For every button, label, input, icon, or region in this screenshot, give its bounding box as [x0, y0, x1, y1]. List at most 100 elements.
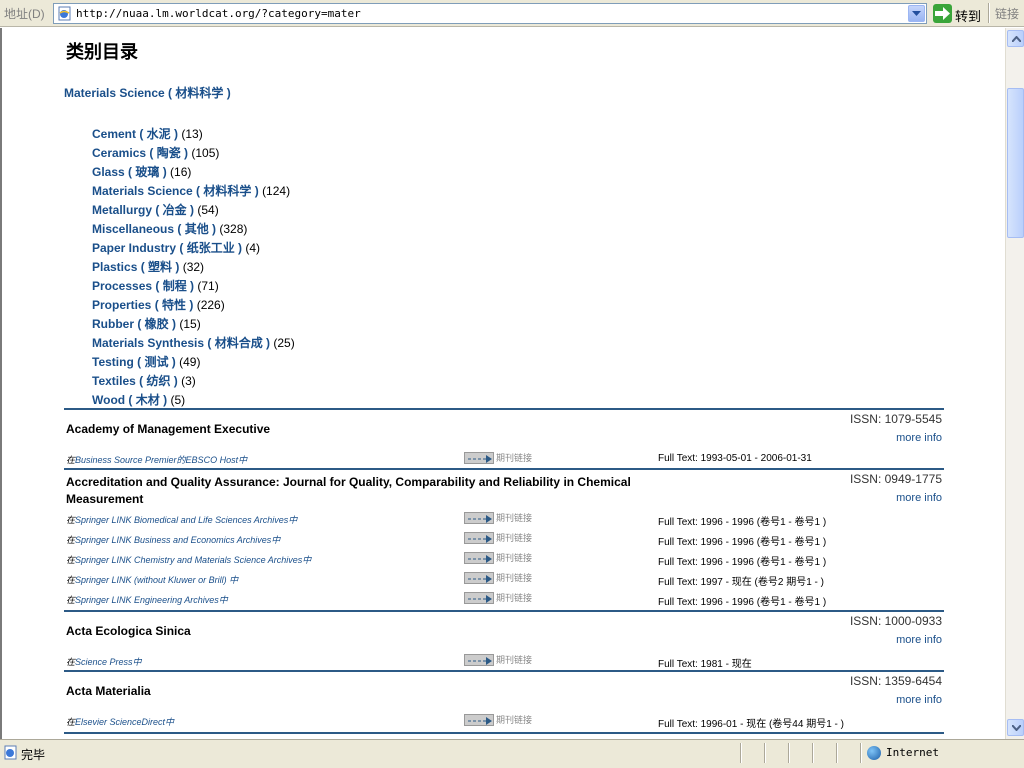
journal-link-button[interactable]: 期刊链接 — [464, 591, 534, 605]
subcategory-link[interactable]: Glass ( 玻璃 ) — [92, 165, 167, 179]
internet-globe-icon — [867, 746, 881, 760]
subcategory-count: (124) — [262, 184, 291, 198]
subcategory-link[interactable]: Properties ( 特性 ) — [92, 298, 193, 312]
arrow-button-icon — [464, 572, 494, 584]
journal-entry: Academy of Management Executive ISSN: 10… — [64, 408, 944, 468]
links-button[interactable]: 链接 — [995, 5, 1019, 22]
list-item: Materials Synthesis ( 材料合成 ) (25) — [92, 334, 295, 353]
subcategory-link[interactable]: Ceramics ( 陶瓷 ) — [92, 146, 188, 160]
journal-issn: ISSN: 1079-5545 — [849, 412, 942, 426]
status-text: 完毕 — [21, 748, 46, 762]
subcategory-link[interactable]: Paper Industry ( 纸张工业 ) — [92, 241, 242, 255]
list-item: Paper Industry ( 纸张工业 ) (4) — [92, 239, 295, 258]
list-item: Ceramics ( 陶瓷 ) (105) — [92, 144, 295, 163]
subcategory-count: (13) — [181, 127, 203, 141]
database-link[interactable]: Springer LINK Chemistry and Materials Sc… — [75, 555, 311, 565]
journal-link-button[interactable]: 期刊链接 — [464, 451, 534, 465]
journal-link-button[interactable]: 期刊链接 — [464, 511, 534, 525]
go-arrow-icon — [933, 4, 952, 23]
holding-row: 在Springer LINK (without Kluwer or Brill)… — [64, 569, 944, 589]
subcategory-count: (15) — [179, 317, 201, 331]
journal-entry: Acta Materialia ISSN: 1359-6454 more inf… — [64, 670, 944, 734]
more-info-link[interactable]: more info — [896, 694, 942, 706]
list-item: Cement ( 水泥 ) (13) — [92, 125, 295, 144]
full-text-range: Full Text: 1996 - 1996 (卷号1 - 卷号1 ) — [658, 537, 827, 548]
subcategory-count: (5) — [170, 393, 186, 407]
subcategory-link[interactable]: Cement ( 水泥 ) — [92, 127, 178, 141]
scroll-down-button[interactable] — [1007, 719, 1024, 736]
full-text-range: Full Text: 1996 - 1996 (卷号1 - 卷号1 ) — [658, 517, 827, 528]
journal-issn: ISSN: 1000-0933 — [849, 614, 942, 628]
holding-row: 在Springer LINK Chemistry and Materials S… — [64, 549, 944, 569]
subcategory-count: (4) — [245, 241, 261, 255]
list-item: Metallurgy ( 冶金 ) (54) — [92, 201, 295, 220]
subcategory-count: (226) — [196, 298, 225, 312]
subcategory-link[interactable]: Textiles ( 纺织 ) — [92, 374, 178, 388]
full-text-range: Full Text: 1996-01 - 现在 (卷号44 期号1 - ) — [658, 719, 844, 730]
security-zone-text: Internet — [886, 746, 939, 759]
holding-database: 在Springer LINK Biomedical and Life Scien… — [66, 515, 298, 525]
chevron-down-icon — [912, 11, 921, 16]
subcategory-link[interactable]: Wood ( 木材 ) — [92, 393, 167, 407]
address-field[interactable]: http://nuaa.lm.worldcat.org/?category=ma… — [53, 3, 927, 24]
address-dropdown-button[interactable] — [908, 5, 925, 22]
journal-link-button[interactable]: 期刊链接 — [464, 653, 534, 667]
subcategory-link[interactable]: Metallurgy ( 冶金 ) — [92, 203, 194, 217]
journal-link-button[interactable]: 期刊链接 — [464, 531, 534, 545]
arrow-button-icon — [464, 532, 494, 544]
full-text-range: Full Text: 1997 - 现在 (卷号2 期号1 - ) — [658, 577, 824, 588]
subcategory-link[interactable]: Processes ( 制程 ) — [92, 279, 194, 293]
full-text-range: Full Text: 1981 - 现在 — [658, 659, 752, 670]
vertical-scrollbar[interactable] — [1005, 28, 1024, 739]
more-info-link[interactable]: more info — [896, 432, 942, 444]
database-link[interactable]: Springer LINK Biomedical and Life Scienc… — [75, 515, 297, 525]
full-text-range: Full Text: 1996 - 1996 (卷号1 - 卷号1 ) — [658, 557, 827, 568]
subcategory-count: (328) — [219, 222, 248, 236]
status-divider — [836, 743, 838, 763]
journal-link-button[interactable]: 期刊链接 — [464, 571, 534, 585]
list-item: Materials Science ( 材料科学 ) (124) — [92, 182, 295, 201]
holding-database: 在Elsevier ScienceDirect中 — [66, 717, 175, 727]
subcategory-link[interactable]: Rubber ( 橡胶 ) — [92, 317, 176, 331]
database-link[interactable]: Springer LINK Engineering Archives中 — [75, 595, 228, 605]
list-item: Plastics ( 塑料 ) (32) — [92, 258, 295, 277]
page-title: 类别目录 — [66, 42, 138, 62]
status-divider — [788, 743, 790, 763]
subcategory-link[interactable]: Miscellaneous ( 其他 ) — [92, 222, 216, 236]
scroll-up-button[interactable] — [1007, 30, 1024, 47]
url-text[interactable]: http://nuaa.lm.worldcat.org/?category=ma… — [76, 7, 361, 20]
database-link[interactable]: Springer LINK (without Kluwer or Brill) … — [75, 575, 238, 585]
list-item: Processes ( 制程 ) (71) — [92, 277, 295, 296]
arrow-button-icon — [464, 714, 494, 726]
toolbar-separator — [988, 3, 990, 23]
more-info-link[interactable]: more info — [896, 634, 942, 646]
database-link[interactable]: Business Source Premier的EBSCO Host中 — [75, 455, 247, 465]
holding-row: 在Springer LINK Business and Economics Ar… — [64, 529, 944, 549]
holding-row: 在Elsevier ScienceDirect中 期刊链接 Full Text:… — [64, 711, 944, 731]
journal-entry: Acta Ecologica Sinica ISSN: 1000-0933 mo… — [64, 610, 944, 670]
full-text-range: Full Text: 1993-05-01 - 2006-01-31 — [658, 453, 812, 464]
list-item: Miscellaneous ( 其他 ) (328) — [92, 220, 295, 239]
address-bar: 地址(D) http://nuaa.lm.worldcat.org/?categ… — [0, 0, 1024, 27]
arrow-button-icon — [464, 592, 494, 604]
holding-database: 在Springer LINK Business and Economics Ar… — [66, 535, 281, 545]
more-info-link[interactable]: more info — [896, 492, 942, 504]
journal-link-button[interactable]: 期刊链接 — [464, 713, 534, 727]
list-item: Properties ( 特性 ) (226) — [92, 296, 295, 315]
subcategory-link[interactable]: Materials Synthesis ( 材料合成 ) — [92, 336, 270, 350]
category-heading-link[interactable]: Materials Science ( 材料科学 ) — [64, 84, 231, 101]
database-link[interactable]: Springer LINK Business and Economics Arc… — [75, 535, 280, 545]
scrollbar-thumb[interactable] — [1007, 88, 1024, 238]
journal-link-button[interactable]: 期刊链接 — [464, 551, 534, 565]
database-link[interactable]: Science Press中 — [75, 657, 142, 667]
subcategory-link[interactable]: Plastics ( 塑料 ) — [92, 260, 179, 274]
journal-entry: Accreditation and Quality Assurance: Jou… — [64, 468, 944, 610]
subcategory-link[interactable]: Testing ( 测试 ) — [92, 355, 176, 369]
database-link[interactable]: Elsevier ScienceDirect中 — [75, 717, 174, 727]
status-divider — [740, 743, 742, 763]
go-button[interactable]: 转到 — [933, 4, 985, 24]
chevron-down-icon — [1012, 725, 1021, 731]
subcategory-link[interactable]: Materials Science ( 材料科学 ) — [92, 184, 259, 198]
list-item: Glass ( 玻璃 ) (16) — [92, 163, 295, 182]
journal-title: Accreditation and Quality Assurance: Jou… — [66, 475, 631, 506]
